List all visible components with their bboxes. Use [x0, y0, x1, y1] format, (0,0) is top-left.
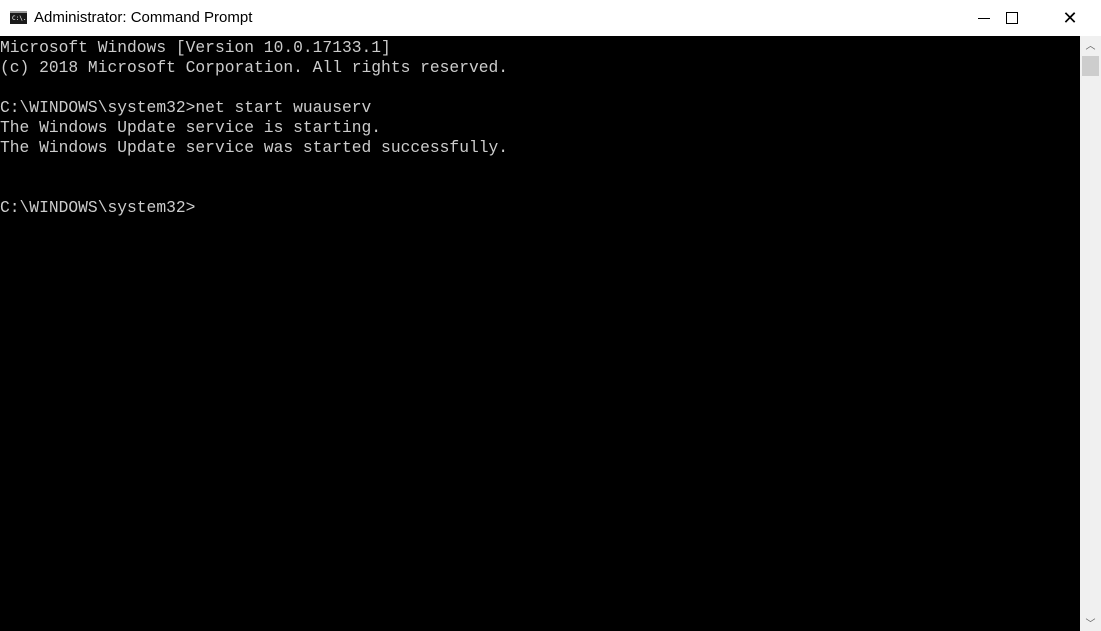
scrollbar-thumb[interactable] — [1082, 56, 1099, 76]
cmd-icon-text: C:\. — [12, 15, 27, 22]
maximize-icon — [1006, 12, 1018, 24]
chevron-down-icon: ﹀ — [1085, 619, 1096, 630]
chevron-up-icon: ︿ — [1085, 41, 1096, 52]
console-output[interactable]: Microsoft Windows [Version 10.0.17133.1]… — [0, 36, 1080, 631]
console-line: (c) 2018 Microsoft Corporation. All righ… — [0, 58, 509, 77]
cmd-icon: C:\. — [10, 11, 27, 24]
scroll-up-button[interactable]: ︿ — [1080, 36, 1101, 53]
window-title: Administrator: Command Prompt — [34, 9, 253, 26]
console-line: Microsoft Windows [Version 10.0.17133.1] — [0, 38, 391, 57]
console-line: The Windows Update service was started s… — [0, 138, 509, 157]
scroll-down-button[interactable]: ﹀ — [1080, 614, 1101, 631]
console-line: The Windows Update service is starting. — [0, 118, 382, 137]
vertical-scrollbar[interactable]: ︿ ﹀ — [1080, 36, 1101, 631]
console-line: C:\WINDOWS\system32>net start wuauserv — [0, 98, 372, 117]
title-bar[interactable]: C:\. Administrator: Command Prompt ✕ — [0, 0, 1101, 36]
close-button[interactable]: ✕ — [1041, 0, 1099, 36]
maximize-button[interactable] — [983, 0, 1041, 36]
close-icon: ✕ — [1062, 8, 1078, 28]
command-prompt-line[interactable]: C:\WINDOWS\system32> — [0, 198, 195, 218]
